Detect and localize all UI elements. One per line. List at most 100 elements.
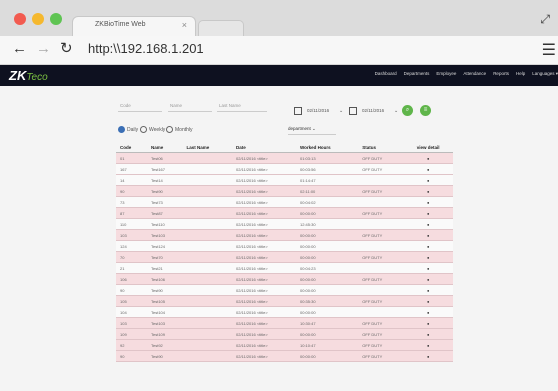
cell-worked-hours: 00:00:00 (296, 284, 359, 296)
cell-worked-hours: 10:10:47 (296, 339, 359, 351)
cell-status (358, 174, 404, 186)
table-row[interactable]: 103 Test103 02/11/2016 <title> 00:00:00 OFF … (116, 229, 453, 241)
new-tab-button[interactable] (198, 20, 244, 37)
cell-code: 92 (116, 339, 147, 351)
calendar-icon[interactable] (294, 107, 302, 115)
name-input[interactable]: Name (170, 103, 182, 108)
view-detail-icon[interactable]: ● (403, 163, 453, 175)
cell-status (358, 196, 404, 208)
cell-code: 106 (116, 273, 147, 285)
view-detail-icon[interactable]: ● (403, 306, 453, 318)
nav-employee[interactable]: Employee (436, 71, 456, 77)
table-row[interactable]: 90 Test90 02/11/2016 <title> 00:00:00 ● (116, 284, 453, 296)
col-name[interactable]: Name (147, 142, 183, 153)
table-row[interactable]: 14 Test14 02/11/2016 <title> 01:14:47 ● (116, 174, 453, 186)
close-window-button[interactable] (14, 13, 26, 25)
view-detail-icon[interactable]: ● (403, 196, 453, 208)
export-icon: ≡ (423, 107, 428, 113)
nav-help[interactable]: Help (516, 71, 525, 77)
col-view-detail[interactable]: view detail (403, 142, 453, 153)
cell-code: 103 (116, 229, 147, 241)
chevron-down-icon[interactable]: ⌄ (339, 108, 343, 114)
table-row[interactable]: 70 Test70 02/11/2016 <title> 00:00:00 OFF DU… (116, 251, 453, 263)
cell-name: Test90 (147, 350, 183, 362)
table-row[interactable]: 73 Test73 02/11/2016 <title> 00:04:02 ● (116, 196, 453, 208)
col-worked-hours[interactable]: Worked Hours (296, 142, 359, 153)
cell-code: 01 (116, 152, 147, 164)
calendar-icon[interactable] (349, 107, 357, 115)
radio-monthly[interactable]: Monthly (166, 126, 193, 133)
nav-languages[interactable]: Languages ▾ (532, 71, 558, 77)
col-date[interactable]: Date (232, 142, 296, 153)
department-underline (288, 134, 336, 135)
radio-weekly[interactable]: Weekly (140, 126, 165, 133)
view-detail-icon[interactable]: ● (403, 207, 453, 219)
view-detail-icon[interactable]: ● (403, 295, 453, 307)
cell-status: OFF DUTY (358, 207, 404, 219)
view-detail-icon[interactable]: ● (403, 185, 453, 197)
nav-attendance[interactable]: Attendance (463, 71, 486, 77)
browser-tabstrip: ZKBioTime Web × ⤢ (0, 0, 558, 37)
code-input[interactable]: Code (120, 103, 131, 108)
table-row[interactable]: 110 Test110 02/11/2016 <title> 12:45:30 ● (116, 218, 453, 230)
view-detail-icon[interactable]: ● (403, 284, 453, 296)
nav-dashboard[interactable]: Dashboard (375, 71, 397, 77)
col-status[interactable]: Status (358, 142, 404, 153)
cell-lastname (182, 295, 232, 307)
cell-worked-hours: 00:00:00 (296, 229, 359, 241)
cell-lastname (182, 328, 232, 340)
search-button[interactable]: ⌕ (402, 105, 413, 116)
table-row[interactable]: 106 Test106 02/11/2016 <title> 00:00:00 OFF … (116, 273, 453, 285)
view-detail-icon[interactable]: ● (403, 174, 453, 186)
address-bar[interactable]: http:\\192.168.1.201 (88, 39, 528, 59)
minimize-window-button[interactable] (32, 13, 44, 25)
cell-date: 02/11/2016 <title> (232, 306, 296, 318)
search-icon: ⌕ (405, 107, 410, 113)
nav-departments[interactable]: Departments (404, 71, 430, 77)
view-detail-icon[interactable]: ● (403, 339, 453, 351)
chevron-down-icon[interactable]: ⌄ (394, 108, 398, 114)
view-detail-icon[interactable]: ● (403, 262, 453, 274)
view-detail-icon[interactable]: ● (403, 240, 453, 252)
col-lastname[interactable]: Last Name (182, 142, 232, 153)
tab-close-icon[interactable]: × (182, 20, 187, 30)
table-row[interactable]: 92 Test92 02/11/2016 <title> 10:10:47 OFF DU… (116, 339, 453, 351)
date-from-input[interactable]: 02/11/2016 (307, 108, 329, 113)
table-row[interactable]: 105 Test105 02/11/2016 <title> 00:35:30 OFF … (116, 295, 453, 307)
back-icon[interactable]: ← (12, 40, 27, 58)
table-row[interactable]: 87 Test87 02/11/2016 <title> 00:00:00 OFF DU… (116, 207, 453, 219)
radio-daily[interactable]: Daily (118, 126, 138, 133)
maximize-window-button[interactable] (50, 13, 62, 25)
hamburger-menu-icon[interactable]: ☰ (542, 40, 556, 60)
table-row[interactable]: 167 Test167 02/11/2016 <title> 00:03:56 OFF … (116, 163, 453, 175)
reload-icon[interactable]: ↻ (60, 40, 73, 58)
forward-icon[interactable]: → (36, 40, 51, 58)
table-row[interactable]: 21 Test21 02/11/2016 <title> 00:04:23 ● (116, 262, 453, 274)
col-code[interactable]: Code (116, 142, 147, 153)
resize-icon[interactable]: ⤢ (540, 12, 550, 27)
table-row[interactable]: 90 Test90 02/11/2016 <title> 02:11:00 OFF DU… (116, 185, 453, 197)
browser-tab[interactable]: ZKBioTime Web × (72, 16, 196, 37)
view-detail-icon[interactable]: ● (403, 251, 453, 263)
table-row[interactable]: 124 Test124 02/11/2016 <title> 00:00:00 ● (116, 240, 453, 252)
lastname-input[interactable]: Last Name (219, 103, 241, 108)
view-detail-icon[interactable]: ● (403, 317, 453, 329)
view-detail-icon[interactable]: ● (403, 218, 453, 230)
table-row[interactable]: 103 Test103 02/11/2016 <title> 10:30:47 OFF … (116, 317, 453, 329)
code-underline (118, 111, 162, 112)
table-row[interactable]: 109 Test109 02/11/2016 <title> 00:00:00 OFF … (116, 328, 453, 340)
cell-code: 109 (116, 328, 147, 340)
nav-reports[interactable]: Reports (493, 71, 509, 77)
export-button[interactable]: ≡ (420, 105, 431, 116)
date-to-input[interactable]: 02/11/2016 (362, 108, 384, 113)
table-row[interactable]: 90 Test90 02/11/2016 <title> 00:00:00 OFF DU… (116, 350, 453, 362)
table-row[interactable]: 01 Test06 02/11/2016 <title> 01:03:13 OFF DU… (116, 152, 453, 164)
view-detail-icon[interactable]: ● (403, 350, 453, 362)
view-detail-icon[interactable]: ● (403, 273, 453, 285)
view-detail-icon[interactable]: ● (403, 229, 453, 241)
name-underline (168, 111, 212, 112)
view-detail-icon[interactable]: ● (403, 328, 453, 340)
view-detail-icon[interactable]: ● (403, 152, 453, 164)
department-select[interactable]: department ⌄ (288, 126, 316, 132)
table-row[interactable]: 104 Test104 02/11/2016 <title> 00:00:00 ● (116, 306, 453, 318)
